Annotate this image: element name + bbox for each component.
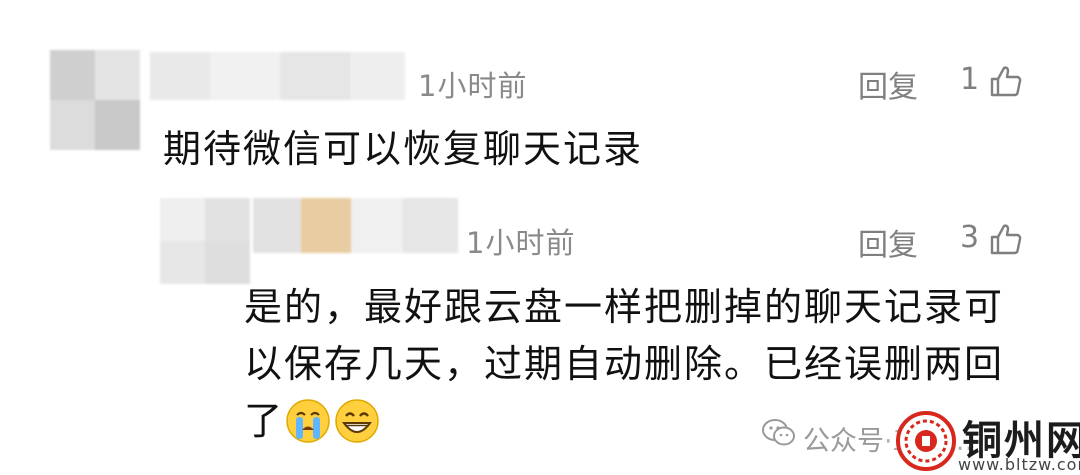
reply-text-line-2: 以保存几天，过期自动删除。已经误删两回 [244, 342, 1005, 386]
like-count: 1 [960, 62, 980, 97]
reply-reply-button[interactable]: 回复 [858, 220, 918, 264]
reply-username-blurred[interactable] [253, 198, 458, 253]
reply-timestamp: 1小时前 [466, 226, 576, 260]
reply-like-count: 3 [960, 220, 980, 255]
site-logo-icon [896, 411, 956, 471]
reply-avatar[interactable] [160, 198, 250, 284]
crying-emoji-icon [286, 399, 330, 443]
thumbs-up-icon [990, 66, 1022, 97]
username-blurred[interactable] [150, 52, 405, 100]
site-url: www.bltzw.com [958, 455, 1080, 474]
like-button[interactable]: 1 [955, 60, 1035, 104]
reply-text-line-3: 了 [244, 399, 285, 443]
comment-timestamp: 1小时前 [418, 69, 528, 103]
reply-like-button[interactable]: 3 [955, 218, 1035, 262]
watermark-account-prefix: 公众号 [803, 426, 884, 457]
comment-text: 期待微信可以恢复聊天记录 [163, 127, 644, 171]
grinning-emoji-icon [335, 399, 379, 443]
reply-button[interactable]: 回复 [858, 62, 918, 106]
reply-text-line-1: 是的，最好跟云盘一样把删掉的聊天记录可 [244, 285, 1005, 329]
avatar[interactable] [50, 50, 140, 150]
thumbs-up-icon [990, 224, 1022, 255]
wechat-icon [762, 419, 795, 446]
